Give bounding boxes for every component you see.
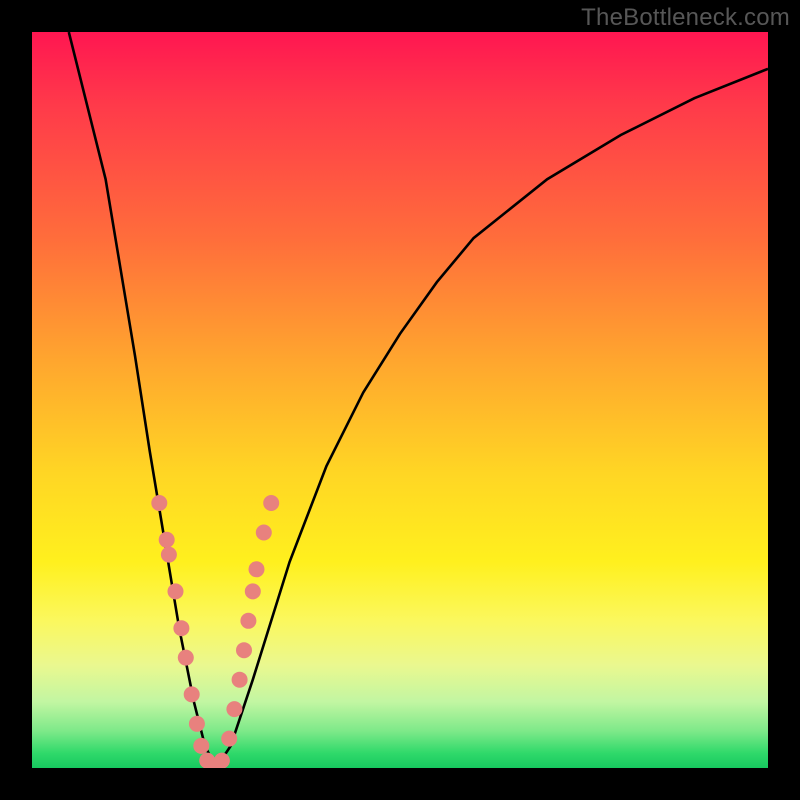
highlight-dot [178, 650, 194, 666]
highlight-dot [256, 525, 272, 541]
highlight-dot [189, 716, 205, 732]
highlight-dot [249, 561, 265, 577]
plot-area [32, 32, 768, 768]
highlight-dot [232, 672, 248, 688]
highlight-dot [214, 753, 230, 768]
highlight-dot [159, 532, 175, 548]
highlight-dots-group [151, 495, 279, 768]
highlight-dot [173, 620, 189, 636]
highlight-dot [236, 642, 252, 658]
highlight-dot [193, 738, 209, 754]
chart-svg [32, 32, 768, 768]
watermark-text: TheBottleneck.com [581, 4, 790, 32]
highlight-dot [184, 686, 200, 702]
highlight-dot [245, 583, 261, 599]
chart-frame: TheBottleneck.com [0, 0, 800, 800]
highlight-dot [226, 701, 242, 717]
bottleneck-curve [69, 32, 768, 768]
highlight-dot [221, 731, 237, 747]
highlight-dot [161, 547, 177, 563]
highlight-dot [263, 495, 279, 511]
highlight-dot [168, 583, 184, 599]
highlight-dot [240, 613, 256, 629]
highlight-dot [151, 495, 167, 511]
